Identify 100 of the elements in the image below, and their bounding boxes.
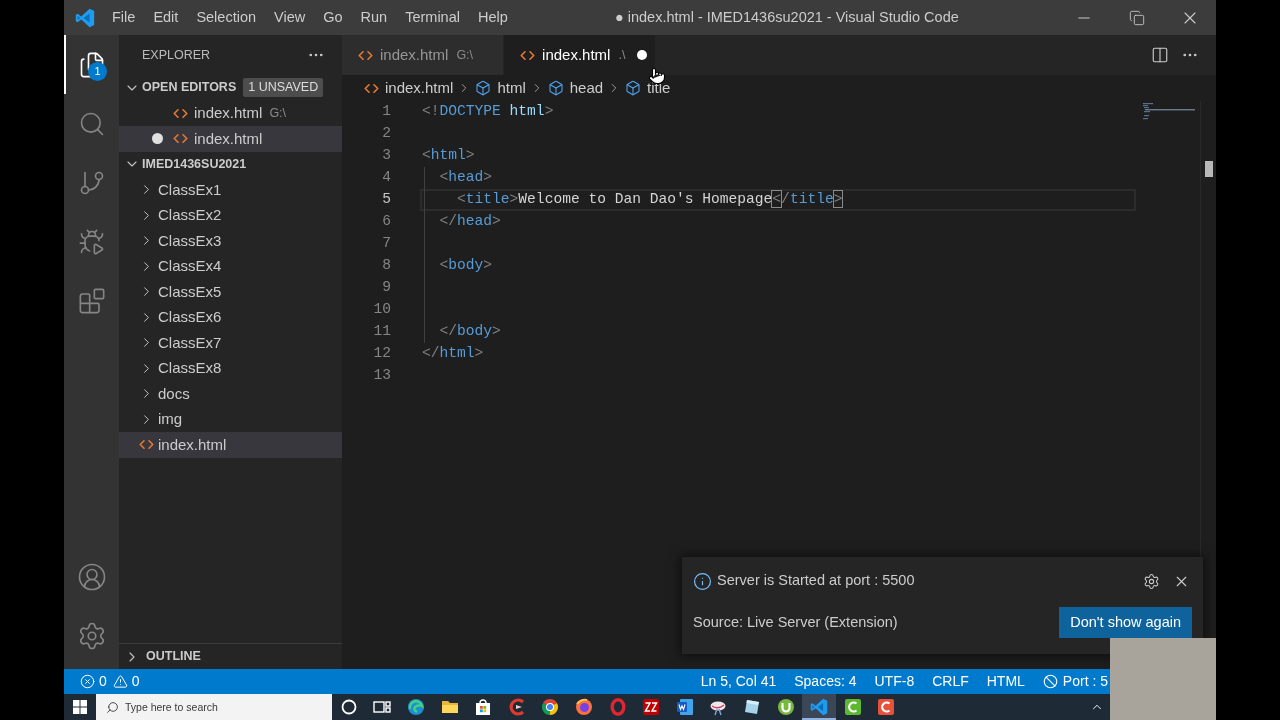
zigzag-tile-icon bbox=[642, 698, 661, 716]
settings-icon[interactable] bbox=[1143, 572, 1160, 590]
ribbon-logo-icon bbox=[810, 698, 829, 716]
search-icon bbox=[106, 700, 119, 714]
notification-source: Source: Live Server (Extension) bbox=[693, 612, 898, 632]
window-title: ● index.html - IMED1436su2021 - Visual Studio Code bbox=[615, 7, 959, 27]
task-view-icon bbox=[373, 698, 392, 716]
cube-icon bbox=[475, 80, 492, 96]
tree-item[interactable]: ClassEx6 bbox=[119, 304, 342, 330]
menu-item[interactable]: View bbox=[265, 0, 315, 35]
account-icon bbox=[76, 561, 107, 592]
minimap-drawing[interactable] bbox=[1140, 102, 1198, 120]
status-item[interactable]: HTML bbox=[986, 671, 1025, 692]
tilted-tile-icon bbox=[742, 698, 761, 716]
status-item[interactable]: Port : 5 bbox=[1042, 671, 1108, 692]
code-line: <html> bbox=[422, 146, 475, 166]
code-line: </html> bbox=[422, 344, 484, 364]
oval-ring-icon bbox=[608, 698, 627, 716]
line-number: 10 bbox=[372, 300, 391, 320]
line-number: 13 bbox=[372, 366, 391, 386]
error-icon bbox=[80, 674, 95, 689]
app-logo-icon bbox=[74, 7, 95, 28]
line-number: 3 bbox=[381, 146, 391, 166]
code-line: <body> bbox=[438, 256, 493, 276]
dont-show-again-button[interactable]: Don't show again bbox=[1059, 607, 1192, 638]
tree-item[interactable]: ClassEx2 bbox=[119, 202, 342, 228]
notification-message: Server is Started at port : 5500 bbox=[717, 571, 915, 591]
line-number: 2 bbox=[381, 124, 391, 144]
code-line: <!DOCTYPE html> bbox=[422, 102, 554, 122]
shopping-bag-icon bbox=[474, 698, 493, 716]
tree-item[interactable]: ClassEx4 bbox=[119, 253, 342, 279]
code-line: <head> bbox=[438, 168, 493, 188]
status-item[interactable]: Ln 5, Col 41 bbox=[700, 671, 777, 692]
warnings-status[interactable]: 0 bbox=[112, 671, 140, 692]
tree-item[interactable]: ClassEx5 bbox=[119, 279, 342, 305]
menu-item[interactable]: Terminal bbox=[396, 0, 469, 35]
section-title[interactable]: OUTLINE bbox=[146, 647, 201, 666]
line-number: 9 bbox=[381, 278, 391, 298]
menu-item[interactable]: Go bbox=[314, 0, 352, 35]
crescent-icon bbox=[507, 698, 526, 716]
explorer-button[interactable]: 1 bbox=[64, 35, 119, 94]
open-editor-item[interactable]: index.html G:\ bbox=[119, 100, 342, 126]
line-number: 8 bbox=[381, 256, 391, 276]
section-title[interactable]: OPEN EDITORS bbox=[142, 78, 237, 98]
breadcrumb-item[interactable]: index.html bbox=[364, 76, 454, 100]
cube-icon bbox=[625, 80, 642, 96]
ring-icon bbox=[339, 698, 358, 716]
section-title[interactable]: IMED1436SU2021 bbox=[142, 154, 247, 174]
cursor-position-mark bbox=[1205, 161, 1213, 177]
swirl-icon bbox=[407, 698, 425, 716]
menu-item[interactable]: Edit bbox=[144, 0, 188, 35]
line-number: 5 bbox=[381, 190, 391, 210]
bug-play-icon bbox=[77, 227, 106, 256]
segmented-circle-icon bbox=[541, 698, 560, 716]
status-item[interactable]: UTF-8 bbox=[874, 671, 915, 692]
breadcrumb-item[interactable]: title bbox=[625, 76, 671, 100]
line-number: 7 bbox=[381, 234, 391, 254]
tree-item[interactable]: ClassEx1 bbox=[119, 177, 342, 203]
restore-icon[interactable] bbox=[1128, 9, 1145, 26]
windows-logo-icon[interactable] bbox=[73, 700, 87, 714]
count-badge: 1 bbox=[88, 62, 107, 81]
arc-tile-icon bbox=[843, 698, 862, 716]
editor-tab[interactable]: index.html .\ bbox=[504, 35, 657, 75]
split-editor-icon[interactable] bbox=[1151, 46, 1169, 64]
cube-icon bbox=[547, 80, 564, 96]
line-number: 4 bbox=[381, 168, 391, 188]
code-line: </head> bbox=[438, 212, 501, 232]
breadcrumb-item[interactable]: html bbox=[475, 76, 526, 100]
tree-item[interactable]: index.html bbox=[119, 432, 342, 458]
line-number: 12 bbox=[372, 344, 391, 364]
info-icon bbox=[693, 571, 712, 591]
search-field[interactable]: Type here to search bbox=[96, 694, 332, 720]
document-tile-icon bbox=[675, 698, 694, 716]
orb-icon bbox=[574, 698, 593, 716]
tree-item[interactable]: ClassEx7 bbox=[119, 330, 342, 356]
blocks-icon bbox=[77, 286, 106, 315]
menu-item[interactable]: Run bbox=[351, 0, 397, 35]
errors-status[interactable]: 0 bbox=[80, 671, 107, 692]
editor-tab[interactable]: index.html G:\ bbox=[342, 35, 505, 75]
warning-icon bbox=[112, 674, 128, 689]
open-editor-item[interactable]: index.html bbox=[119, 126, 342, 152]
tree-item[interactable]: img bbox=[119, 406, 342, 432]
menu-item[interactable]: Help bbox=[468, 0, 517, 35]
status-item[interactable]: Spaces: 4 bbox=[794, 671, 857, 692]
no-entry-icon bbox=[1042, 674, 1058, 689]
sidebar-title: EXPLORER bbox=[142, 46, 211, 64]
status-item[interactable]: CRLF bbox=[932, 671, 969, 692]
disc-icon bbox=[776, 698, 795, 716]
tree-item[interactable]: docs bbox=[119, 381, 342, 407]
breadcrumb-item[interactable]: head bbox=[547, 76, 604, 100]
unsaved-count-badge: 1 UNSAVED bbox=[243, 78, 324, 98]
line-number: 11 bbox=[372, 322, 391, 342]
tree-item[interactable]: ClassEx3 bbox=[119, 228, 342, 254]
line-number: 6 bbox=[381, 212, 391, 232]
menu-item[interactable]: File bbox=[103, 0, 145, 35]
arc-tile-icon bbox=[877, 698, 896, 716]
line-number: 1 bbox=[381, 102, 391, 122]
menu-item[interactable]: Selection bbox=[187, 0, 266, 35]
code-line: </body> bbox=[438, 322, 501, 342]
tree-item[interactable]: ClassEx8 bbox=[119, 355, 342, 381]
